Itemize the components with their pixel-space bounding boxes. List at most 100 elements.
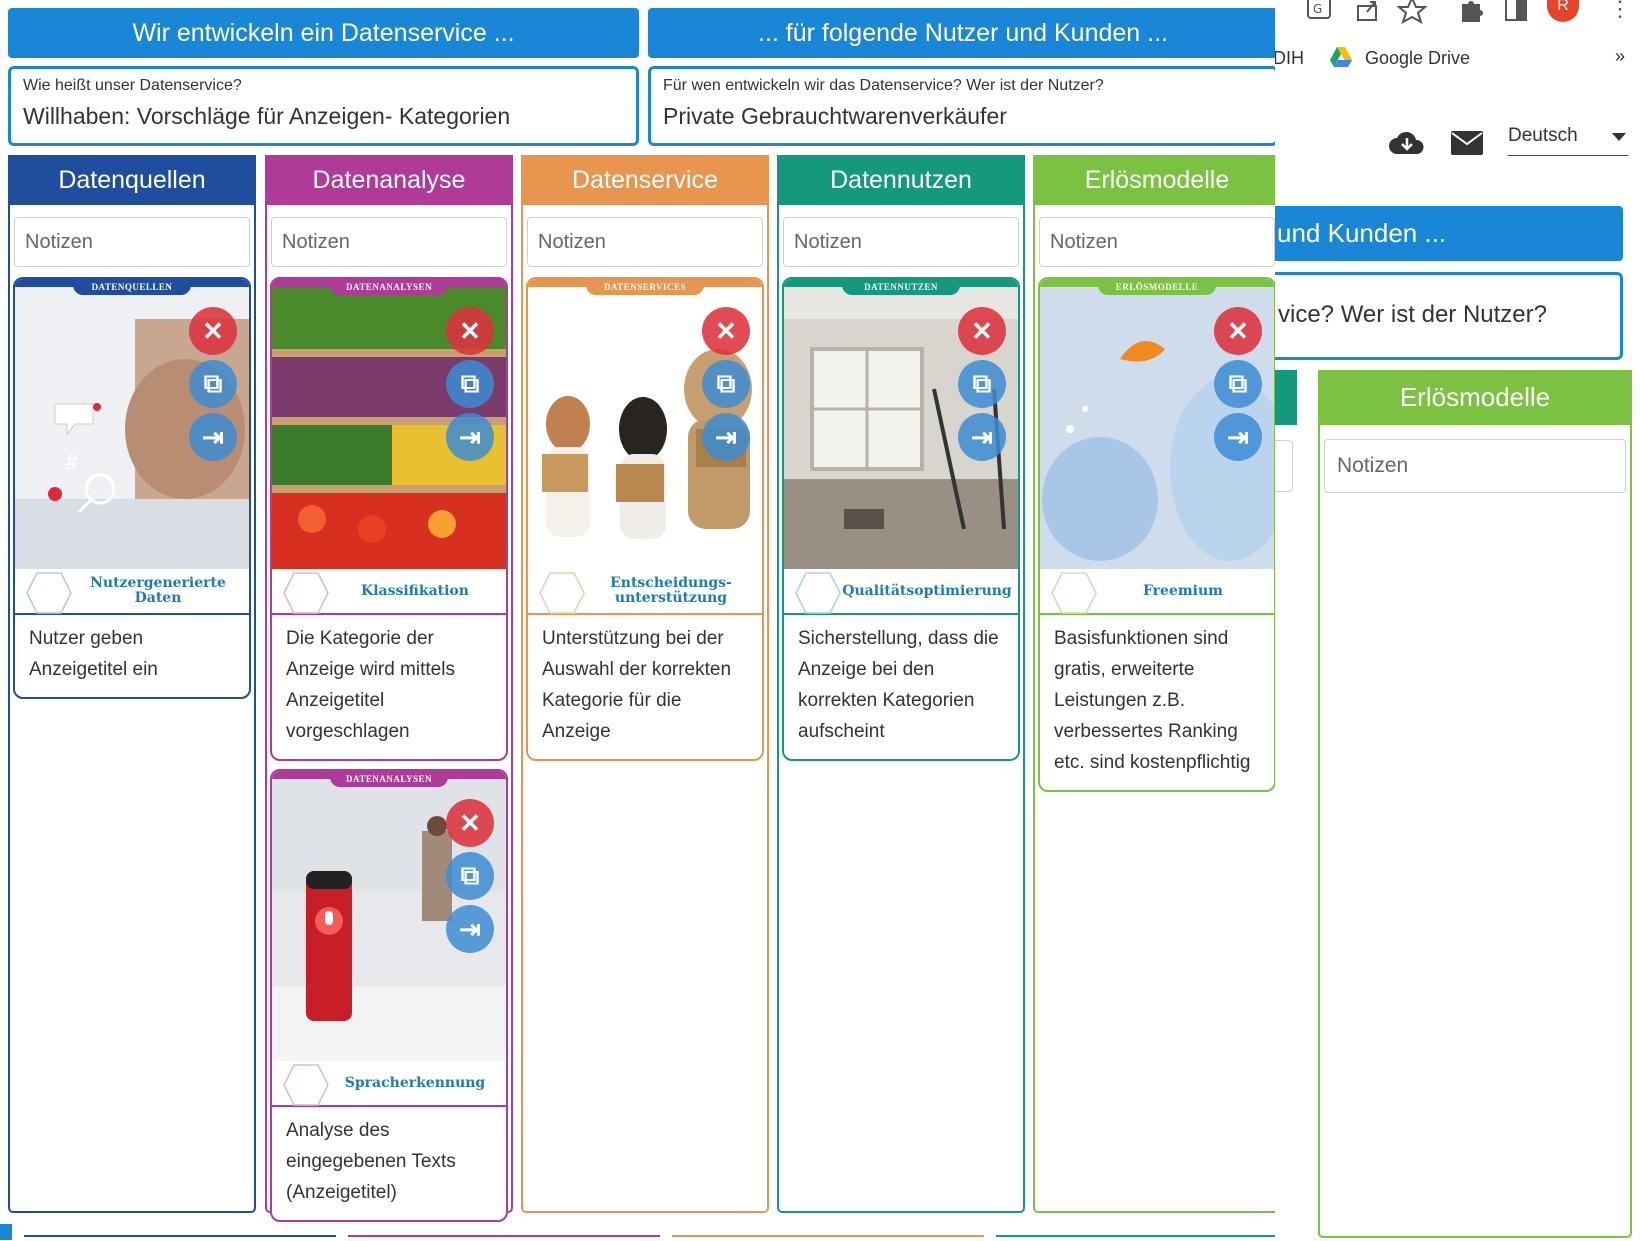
svg-text:#: # (63, 450, 80, 474)
delete-card-button[interactable]: ✕ (702, 307, 750, 355)
move-card-button[interactable]: ⇥ (1214, 413, 1262, 461)
card-freemium[interactable]: ERLÖSMODELLE ✕ ⧉ ⇥ Freemium Basisfunktio… (1038, 277, 1276, 792)
card-ribbon: ERLÖSMODELLE (1098, 279, 1216, 295)
sidepanel-icon[interactable] (1501, 0, 1531, 24)
column-title: Erlösmodelle (1033, 155, 1281, 205)
bookmarks-overflow[interactable]: » (1615, 46, 1625, 67)
bookmark-google-drive[interactable]: Google Drive (1365, 48, 1470, 69)
move-card-button[interactable]: ⇥ (189, 413, 237, 461)
hexagon-icon (283, 572, 329, 614)
move-card-button[interactable]: ⇥ (446, 413, 494, 461)
hexagon-icon (539, 572, 585, 614)
card-ribbon: DATENSERVICES (586, 279, 704, 295)
translate-icon[interactable]: G (1305, 0, 1335, 24)
card-spracherkennung[interactable]: DATENANALYSEN ✕ ⧉ ⇥ Spracherkennung Anal… (270, 769, 508, 1222)
mail-icon[interactable] (1450, 130, 1484, 156)
delete-card-button[interactable]: ✕ (1214, 307, 1262, 355)
card-label: Spracherkennung (344, 1074, 486, 1091)
user-answer[interactable]: Private Gebrauchtwarenverkäufer (663, 103, 1263, 130)
share-icon[interactable] (1353, 0, 1383, 24)
card-description[interactable]: Die Kategorie der Anzeige wird mittels A… (272, 615, 506, 759)
open-card-button[interactable]: ⧉ (702, 360, 750, 408)
column-title: Erlösmodelle (1318, 370, 1632, 425)
hexagon-icon (26, 572, 72, 614)
svg-text:G: G (1313, 2, 1322, 16)
move-card-button[interactable]: ⇥ (958, 413, 1006, 461)
column-partial-teal (1275, 370, 1297, 425)
open-card-button[interactable]: ⧉ (446, 852, 494, 900)
notes-input[interactable]: Notizen (14, 217, 250, 267)
card-description[interactable]: Sicherstellung, dass die Anzeige bei den… (784, 615, 1018, 759)
column-title: Datenanalyse (265, 155, 513, 205)
star-icon[interactable] (1397, 0, 1427, 24)
card-label: Entscheidungs- unterstützung (610, 575, 732, 606)
card-image: DATENNUTZEN ✕ ⧉ ⇥ Qualitätsoptimierung (784, 279, 1018, 615)
card-image: DATENSERVICES ✕ ⧉ ⇥ Entscheidungs- unter… (528, 279, 762, 615)
notes-partial-teal (1275, 440, 1293, 492)
user-field[interactable]: Für wen entwickeln wir das Datenservice?… (648, 66, 1278, 146)
bookmark-partial[interactable]: DIH (1275, 48, 1304, 69)
card-nutzergenerierte-daten[interactable]: DATENQUELLEN # ✕ ⧉ ⇥ Nutzergenerierte Da… (13, 277, 251, 699)
card-ribbon: DATENQUELLEN (73, 279, 191, 295)
column-datenanalyse: Datenanalyse Notizen DATENANALYSEN ✕ ⧉ ⇥… (265, 155, 513, 1222)
user-question-partial[interactable]: vice? Wer ist der Nutzer? (1275, 272, 1623, 360)
column-datennutzen: Datennutzen Notizen DATENNUTZEN ✕ ⧉ ⇥ Qu… (777, 155, 1025, 1213)
delete-card-button[interactable]: ✕ (189, 307, 237, 355)
notes-input[interactable]: Notizen (271, 217, 507, 267)
card-ribbon: DATENANALYSEN (330, 279, 448, 295)
delete-card-button[interactable]: ✕ (446, 307, 494, 355)
column-title: Datenquellen (8, 155, 256, 205)
puzzle-icon[interactable] (1457, 0, 1487, 24)
card-ribbon: DATENANALYSEN (330, 771, 448, 787)
card-qualitaetsoptimierung[interactable]: DATENNUTZEN ✕ ⧉ ⇥ Qualitätsoptimierung S… (782, 277, 1020, 761)
column-title: Datennutzen (777, 155, 1025, 205)
notes-input[interactable]: Notizen (1039, 217, 1275, 267)
caret-down-icon (1612, 133, 1626, 141)
browser-toolbar: G R ⋮ (1275, 0, 1640, 26)
card-description[interactable]: Analyse des eingegebenen Texts (Anzeiget… (272, 1107, 506, 1220)
profile-avatar[interactable]: R (1547, 0, 1579, 22)
bookmarks-bar: DIH Google Drive » (1275, 44, 1640, 74)
banner-service: Wir entwickeln ein Datenservice ... (8, 8, 639, 58)
card-description[interactable]: Basisfunktionen sind gratis, erweiterte … (1040, 615, 1274, 790)
move-card-button[interactable]: ⇥ (446, 905, 494, 953)
column-title: Datenservice (521, 155, 769, 205)
card-description[interactable]: Unterstützung bei der Auswahl der korrek… (528, 615, 762, 759)
card-image: DATENANALYSEN ✕ ⧉ ⇥ Spracherkennung (272, 771, 506, 1107)
open-card-button[interactable]: ⧉ (446, 360, 494, 408)
card-image: ERLÖSMODELLE ✕ ⧉ ⇥ Freemium (1040, 279, 1274, 615)
service-name-answer[interactable]: Willhaben: Vorschläge für Anzeigen- Kate… (23, 103, 624, 130)
browser-side-view: G R ⋮ DIH Google Drive » Deutsch und Kun… (1275, 0, 1640, 1241)
card-description[interactable]: Nutzer geben Anzeigetitel ein (15, 615, 249, 697)
browser-menu-button[interactable]: ⋮ (1605, 0, 1635, 24)
bottom-divider (0, 1222, 1275, 1240)
card-entscheidungsunterstuetzung[interactable]: DATENSERVICES ✕ ⧉ ⇥ Entscheidungs- unter… (526, 277, 764, 761)
column-datenservice: Datenservice Notizen DATENSERVICES ✕ ⧉ ⇥ (521, 155, 769, 1213)
delete-card-button[interactable]: ✕ (446, 799, 494, 847)
hexagon-icon (283, 1064, 329, 1106)
language-select[interactable]: Deutsch (1508, 122, 1628, 156)
column-erloesmodelle: Erlösmodelle Notizen ERLÖSMODELLE ✕ ⧉ ⇥ (1033, 155, 1281, 1213)
open-card-button[interactable]: ⧉ (958, 360, 1006, 408)
notes-input[interactable]: Notizen (1324, 439, 1626, 493)
language-value: Deutsch (1508, 125, 1578, 146)
notes-input[interactable]: Notizen (527, 217, 763, 267)
card-label: Freemium (1142, 582, 1223, 599)
card-label: Qualitätsoptimierung (842, 582, 1012, 599)
hexagon-icon (1051, 572, 1097, 614)
user-question: Für wen entwickeln wir das Datenservice?… (663, 77, 1104, 94)
card-klassifikation[interactable]: DATENANALYSEN ✕ ⧉ ⇥ Klassifikation Die K… (270, 277, 508, 761)
notes-input[interactable]: Notizen (783, 217, 1019, 267)
move-card-button[interactable]: ⇥ (702, 413, 750, 461)
open-card-button[interactable]: ⧉ (189, 360, 237, 408)
card-image: DATENANALYSEN ✕ ⧉ ⇥ Klassifikation (272, 279, 506, 615)
card-image: DATENQUELLEN # ✕ ⧉ ⇥ Nutzergenerierte Da… (15, 279, 249, 615)
cloud-download-icon[interactable] (1387, 128, 1427, 158)
open-card-button[interactable]: ⧉ (1214, 360, 1262, 408)
card-label: Nutzergenerierte Daten (90, 575, 226, 606)
delete-card-button[interactable]: ✕ (958, 307, 1006, 355)
service-name-field[interactable]: Wie heißt unser Datenservice? Willhaben:… (8, 66, 639, 146)
hexagon-icon (795, 572, 841, 614)
service-name-question: Wie heißt unser Datenservice? (23, 77, 242, 94)
google-drive-icon (1330, 47, 1352, 67)
